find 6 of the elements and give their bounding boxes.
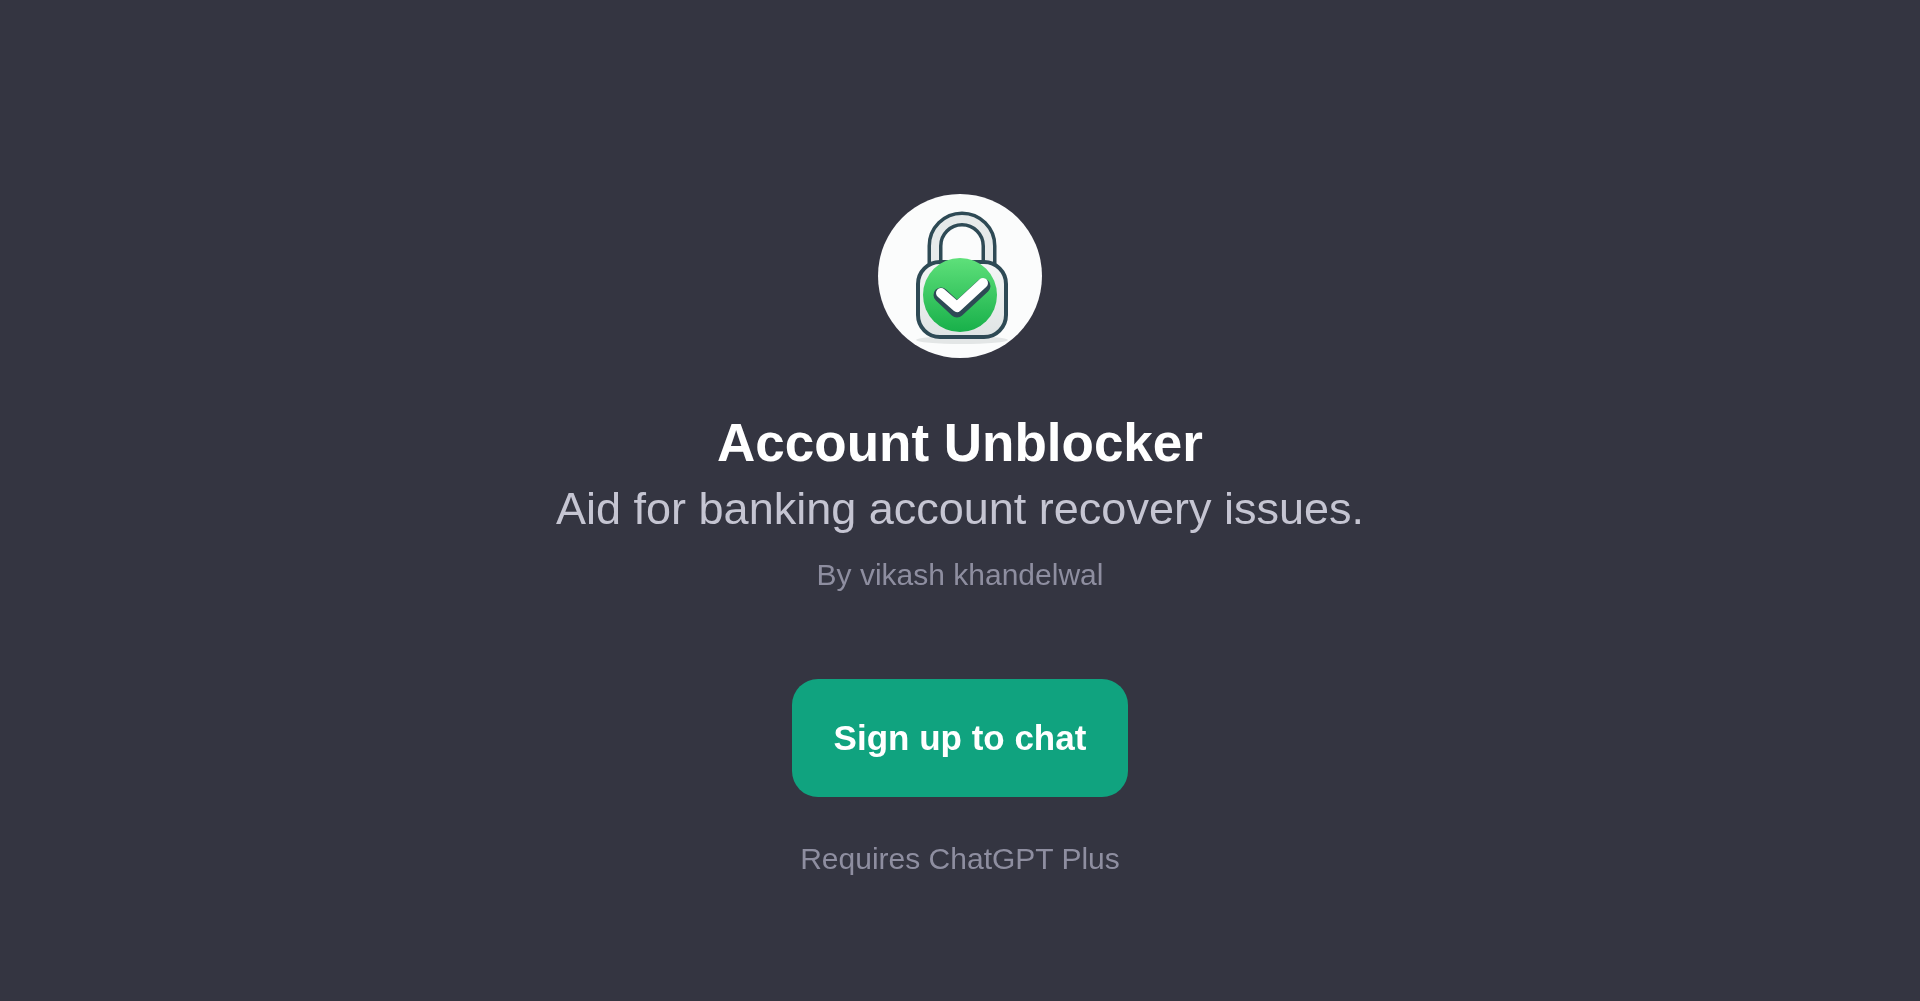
signup-button[interactable]: Sign up to chat (792, 679, 1128, 797)
gpt-title: Account Unblocker (717, 412, 1203, 474)
requirement-note: Requires ChatGPT Plus (800, 841, 1120, 877)
gpt-description: Aid for banking account recovery issues. (556, 482, 1364, 536)
padlock-check-icon (878, 194, 1042, 358)
author-line: By vikash khandelwal (816, 557, 1104, 593)
